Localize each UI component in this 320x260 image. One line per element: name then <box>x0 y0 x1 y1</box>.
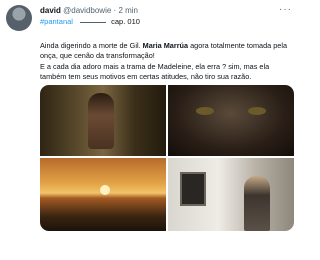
tweet-header: david @davidbowie · 2 min <box>40 6 138 16</box>
bold-name: Maria Marrúa <box>142 41 189 50</box>
user-name[interactable]: david <box>40 6 61 15</box>
timestamp[interactable]: 2 min <box>118 6 138 15</box>
tags-line: #pantanal cap. 010 <box>40 17 140 27</box>
media-grid <box>40 85 294 231</box>
episode-label: cap. 010 <box>111 17 140 26</box>
dash-separator <box>80 21 107 23</box>
avatar[interactable] <box>6 5 32 31</box>
tweet-paragraph-1: Ainda digerindo a morte de Gil. Maria Ma… <box>40 41 292 62</box>
media-image-3[interactable] <box>40 158 166 231</box>
tweet: david @davidbowie · 2 min ··· #pantanal … <box>0 0 300 260</box>
tweet-paragraph-2: E a cada dia adoro mais a trama de Madel… <box>40 61 270 82</box>
more-options-icon[interactable]: ··· <box>279 4 292 15</box>
media-image-4[interactable] <box>168 158 294 231</box>
media-image-1[interactable] <box>40 85 166 156</box>
user-handle[interactable]: @davidbowie <box>63 6 111 15</box>
hashtag-link[interactable]: #pantanal <box>40 17 73 26</box>
text-segment: Ainda digerindo a morte de Gil. <box>40 41 143 50</box>
media-image-2[interactable] <box>168 85 294 156</box>
separator-dot: · <box>113 6 117 15</box>
tweet-text: Ainda digerindo a morte de Gil. Maria Ma… <box>40 41 292 83</box>
